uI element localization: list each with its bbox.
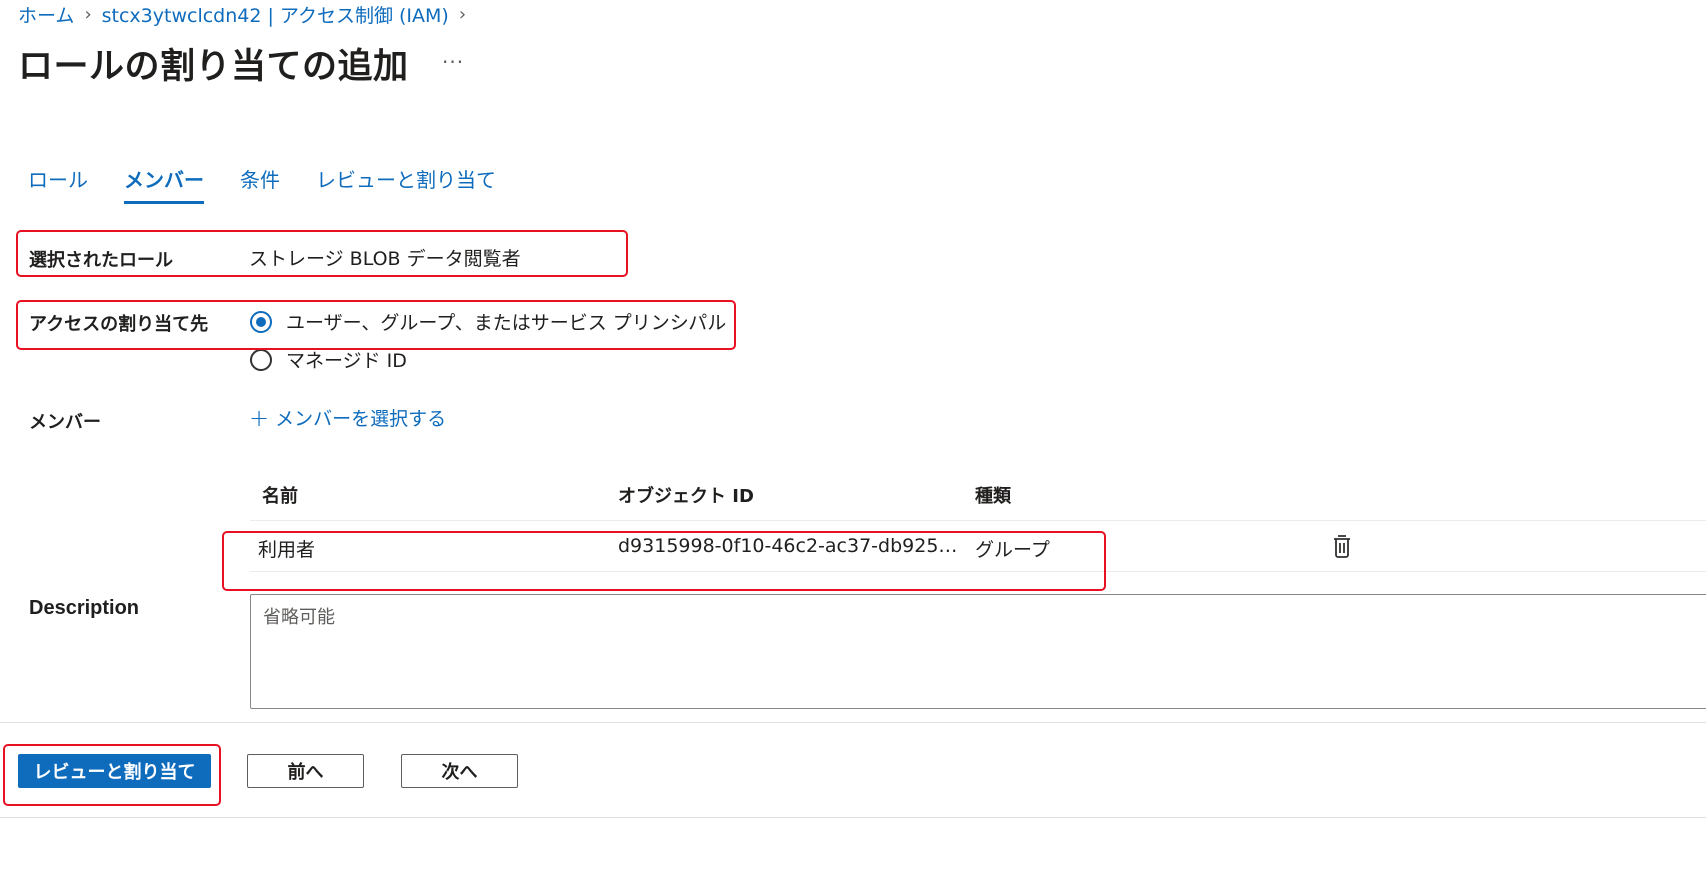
delete-icon[interactable] [1330, 533, 1354, 559]
member-type-cell: グループ [975, 539, 1050, 561]
radio-button-checked[interactable] [250, 310, 272, 333]
tab-role[interactable]: ロール [28, 164, 88, 204]
table-row-divider [250, 571, 1706, 572]
assign-access-label: アクセスの割り当て先 [29, 314, 209, 335]
select-members-label: メンバーを選択する [275, 408, 447, 430]
tab-review-assign[interactable]: レビューと割り当て [316, 164, 496, 204]
selected-role-value: ストレージ BLOB データ閲覧者 [249, 248, 521, 270]
bottom-divider [0, 817, 1706, 818]
tab-bar: ロール メンバー 条件 レビューと割り当て [28, 164, 496, 204]
tab-conditions[interactable]: 条件 [240, 164, 280, 204]
member-object-id-cell: d9315998-0f10-46c2-ac37-db925… [618, 535, 958, 557]
breadcrumb-home-link[interactable]: ホーム [18, 1, 74, 28]
member-name-cell: 利用者 [258, 539, 316, 561]
description-label: Description [29, 597, 140, 619]
more-options-icon[interactable]: ··· [442, 50, 464, 74]
plus-icon: + [249, 403, 270, 432]
previous-button[interactable]: 前へ [247, 754, 364, 788]
radio-option-user-group-sp[interactable]: ユーザー、グループ、またはサービス プリンシパル [250, 308, 726, 335]
column-header-object-id: オブジェクト ID [618, 486, 754, 507]
column-header-name: 名前 [262, 486, 298, 507]
page-title: ロールの割り当ての追加 [18, 47, 409, 87]
tab-members[interactable]: メンバー [124, 164, 204, 204]
radio-label-user-group-sp: ユーザー、グループ、またはサービス プリンシパル [286, 312, 727, 334]
members-label: メンバー [29, 412, 101, 433]
description-textarea[interactable] [250, 594, 1706, 709]
table-header-divider [250, 520, 1706, 521]
next-button[interactable]: 次へ [401, 754, 518, 788]
select-members-link[interactable]: + メンバーを選択する [249, 404, 446, 431]
footer-divider [0, 722, 1706, 723]
column-header-type: 種類 [975, 486, 1011, 507]
chevron-right-icon: › [84, 3, 92, 25]
add-role-assignment-page: ホーム › stcx3ytwclcdn42 | アクセス制御 (IAM) › ロ… [0, 0, 1706, 891]
radio-option-managed-identity[interactable]: マネージド ID [250, 346, 407, 373]
breadcrumb: ホーム › stcx3ytwclcdn42 | アクセス制御 (IAM) › [18, 0, 466, 28]
radio-button-unchecked[interactable] [250, 348, 272, 371]
breadcrumb-resource-link[interactable]: stcx3ytwclcdn42 | アクセス制御 (IAM) [102, 1, 449, 28]
chevron-right-icon: › [458, 3, 467, 25]
radio-label-managed-identity: マネージド ID [286, 350, 407, 372]
selected-role-label: 選択されたロール [29, 250, 173, 271]
review-assign-button[interactable]: レビューと割り当て [18, 754, 211, 788]
